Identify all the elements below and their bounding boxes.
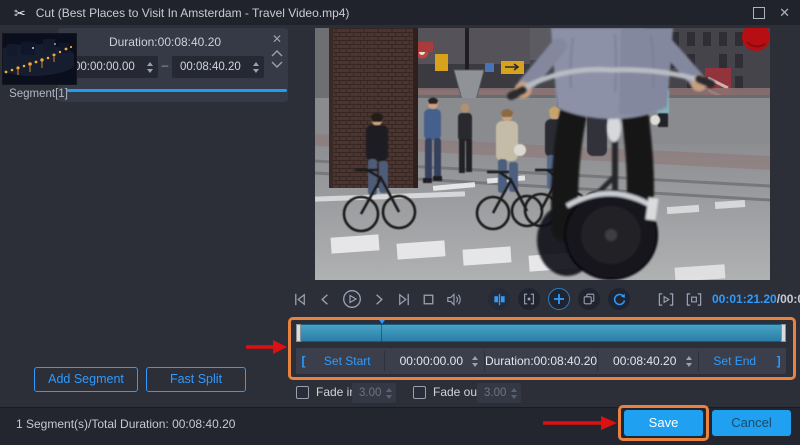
- left-bracket-glyph: [: [296, 348, 311, 374]
- trim-start-time-value: 00:00:00.00: [390, 354, 472, 368]
- segment-remove-icon[interactable]: ✕: [272, 33, 282, 45]
- preview-segment-play-button[interactable]: [656, 291, 676, 308]
- title-bar: ✂ Cut (Best Places to Visit In Amsterdam…: [0, 0, 800, 25]
- range-separator: –: [158, 58, 172, 72]
- play-button[interactable]: [342, 289, 362, 309]
- copy-icon: [582, 292, 596, 306]
- cancel-button[interactable]: Cancel: [712, 410, 791, 436]
- copy-segment-button[interactable]: [578, 288, 600, 310]
- fade-out-value-field[interactable]: 3.00: [477, 383, 521, 403]
- video-preview: [315, 28, 770, 280]
- stop-button[interactable]: [420, 291, 437, 308]
- trim-end-spinner[interactable]: [686, 356, 692, 367]
- fade-out-value: 3.00: [484, 387, 511, 399]
- fade-in-checkbox[interactable]: [296, 386, 309, 399]
- playhead-line: [381, 324, 382, 342]
- transport-bar: 00:01:21.20/00:08:40.20: [292, 284, 794, 314]
- segment-move-up-icon[interactable]: [271, 49, 283, 57]
- segment-duration-label: Duration:00:08:40.20: [90, 35, 240, 49]
- segment-end-spinner[interactable]: [253, 62, 259, 73]
- step-forward-button[interactable]: [370, 291, 387, 308]
- trim-end-time-field[interactable]: 00:08:40.20: [598, 348, 698, 374]
- frame-capture-button[interactable]: [518, 288, 540, 310]
- step-backward-icon: [317, 291, 334, 308]
- frame-capture-icon: [522, 292, 536, 306]
- window-title: Cut (Best Places to Visit In Amsterdam -…: [36, 6, 350, 20]
- play-icon: [342, 289, 362, 309]
- add-segment-icon-button[interactable]: [548, 288, 570, 310]
- step-forward-icon: [370, 291, 387, 308]
- volume-icon: [445, 291, 462, 308]
- skip-end-button[interactable]: [395, 291, 412, 308]
- segment-end-time-field[interactable]: 00:08:40.20: [172, 56, 264, 78]
- reset-icon: [612, 292, 627, 307]
- save-button[interactable]: Save: [624, 410, 703, 436]
- right-bracket-glyph: ]: [771, 348, 786, 374]
- volume-button[interactable]: [445, 291, 462, 308]
- fade-in-spinner[interactable]: [386, 388, 392, 399]
- step-backward-button[interactable]: [317, 291, 334, 308]
- segment-move-down-icon[interactable]: [271, 61, 283, 69]
- timeline-track[interactable]: [296, 324, 786, 342]
- trim-end-time-value: 00:08:40.20: [604, 354, 686, 368]
- fade-out-checkbox[interactable]: [413, 386, 426, 399]
- scissors-icon: ✂: [14, 6, 26, 20]
- playhead[interactable]: [377, 317, 387, 324]
- plus-icon: [553, 293, 565, 305]
- trim-start-handle[interactable]: [296, 324, 301, 342]
- segment-start-time-field[interactable]: 00:00:00.00: [66, 56, 158, 78]
- split-icon: [492, 292, 507, 307]
- segment-start-time-value: 00:00:00.00: [74, 61, 147, 73]
- preview-stop-icon: [684, 291, 704, 308]
- segment-start-spinner[interactable]: [147, 62, 153, 73]
- segment-thumbnail[interactable]: [2, 33, 77, 85]
- skip-start-button[interactable]: [292, 291, 309, 308]
- trim-end-handle[interactable]: [781, 324, 786, 342]
- skip-end-icon: [395, 291, 412, 308]
- add-segment-button[interactable]: Add Segment: [34, 367, 138, 392]
- maximize-button[interactable]: [753, 7, 765, 19]
- split-segment-button[interactable]: [488, 288, 510, 310]
- trim-start-spinner[interactable]: [472, 356, 478, 367]
- preview-play-icon: [656, 291, 676, 308]
- segment-status-text: 1 Segment(s)/Total Duration: 00:08:40.20: [16, 417, 235, 431]
- fade-in-value: 3.00: [359, 387, 386, 399]
- current-time: 00:01:21.20: [712, 292, 777, 306]
- close-button[interactable]: ✕: [779, 6, 790, 19]
- trim-duration-label: Duration:00:08:40.20: [485, 348, 597, 374]
- trim-controls-row: [ Set Start 00:00:00.00 Duration:00:08:4…: [296, 348, 786, 374]
- segment-name-label: Segment[1]: [0, 88, 77, 100]
- night-city-thumbnail-image: [3, 34, 74, 82]
- timeline-slider[interactable]: [296, 324, 786, 342]
- stop-icon: [420, 291, 437, 308]
- reset-button[interactable]: [608, 288, 630, 310]
- playback-time-display: 00:01:21.20/00:08:40.20: [712, 292, 800, 306]
- trim-start-time-field[interactable]: 00:00:00.00: [384, 348, 484, 374]
- preview-segment-stop-button[interactable]: [684, 291, 704, 308]
- fade-in-label: Fade in: [316, 385, 356, 399]
- annotation-arrow-timeline: [244, 337, 288, 357]
- set-end-button[interactable]: Set End: [698, 348, 771, 374]
- skip-start-icon: [292, 291, 309, 308]
- fade-out-label: Fade out: [433, 385, 480, 399]
- fade-in-value-field[interactable]: 3.00: [352, 383, 396, 403]
- segment-progress-line: [67, 89, 287, 92]
- set-start-button[interactable]: Set Start: [311, 348, 384, 374]
- segment-end-time-value: 00:08:40.20: [180, 61, 253, 73]
- video-frame-amsterdam-street: [315, 28, 770, 280]
- fade-out-spinner[interactable]: [511, 388, 517, 399]
- total-time: 00:08:40.20: [780, 292, 800, 306]
- fast-split-button[interactable]: Fast Split: [146, 367, 246, 392]
